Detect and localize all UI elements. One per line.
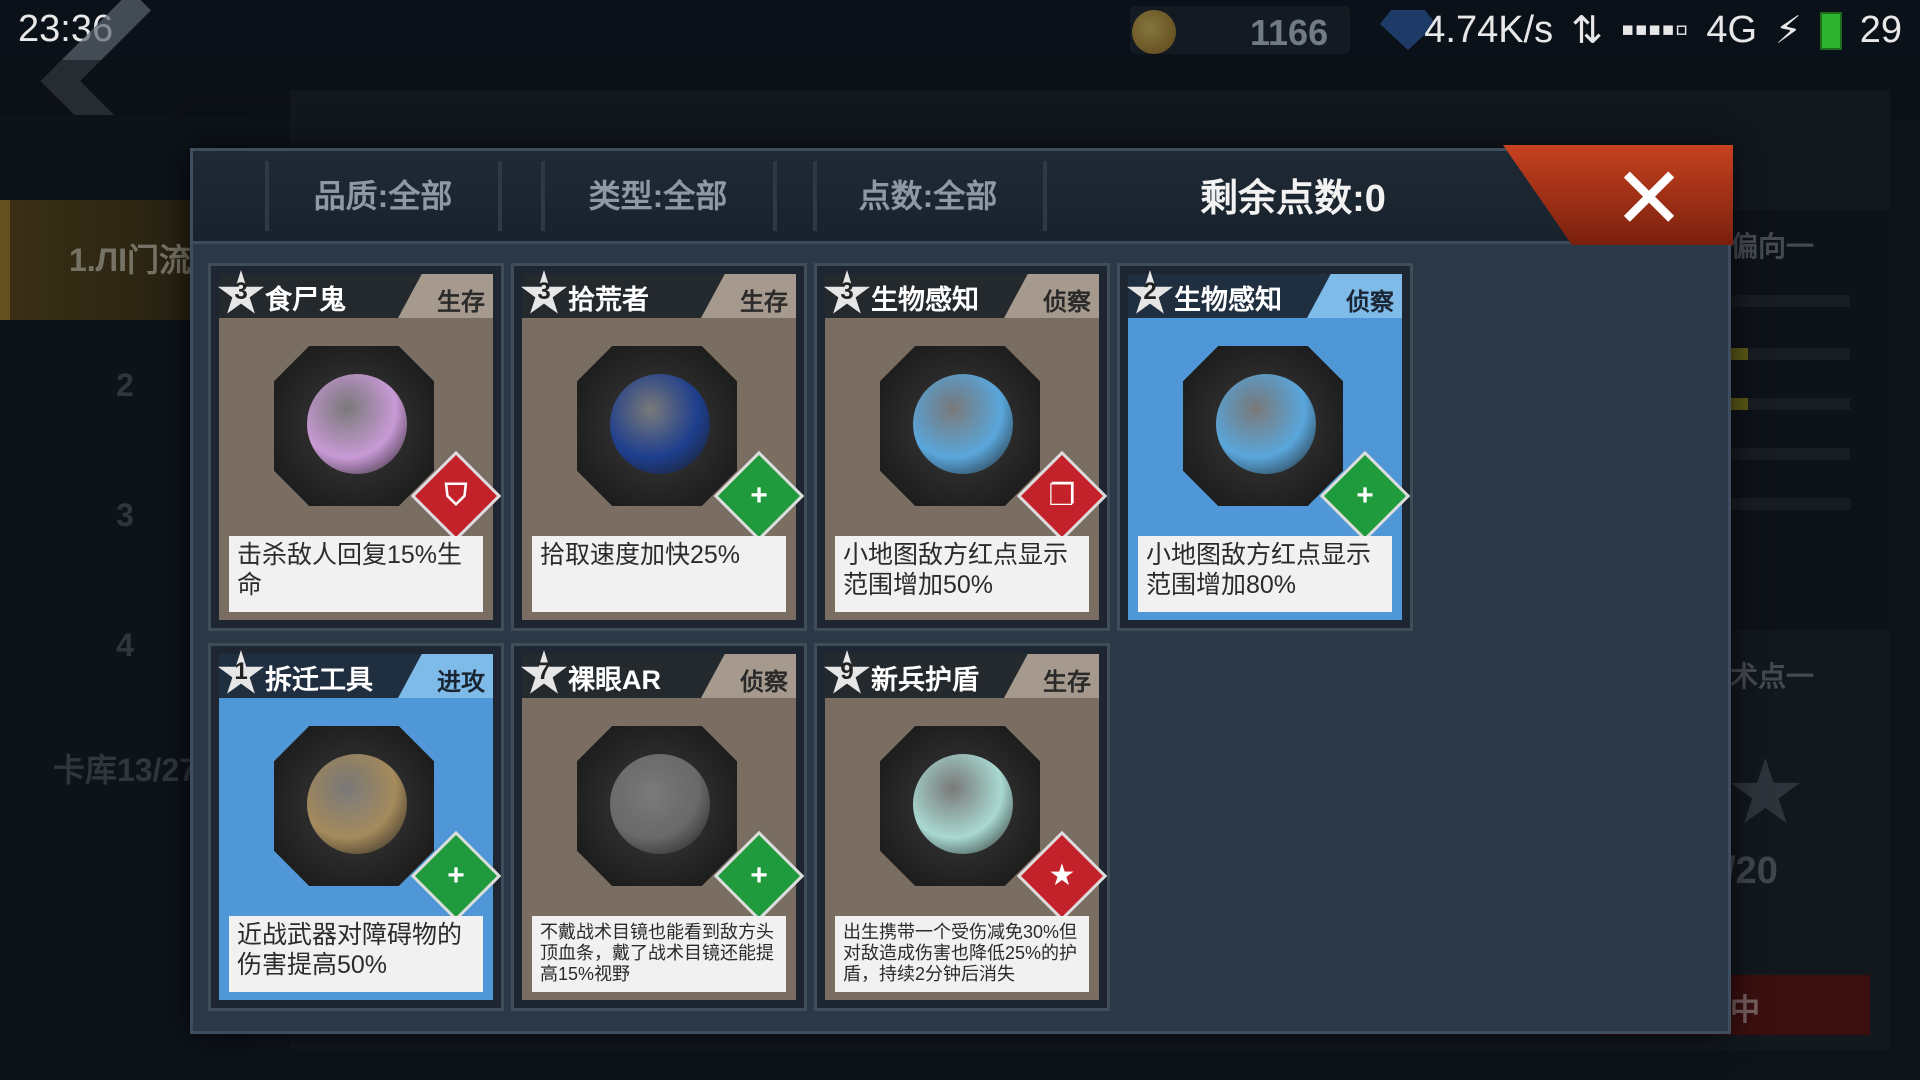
card-cost: 2 xyxy=(1143,278,1157,305)
perk-card[interactable]: 3 拾荒者 生存 + 拾取速度加快25% xyxy=(511,263,807,631)
card-art-icon xyxy=(307,754,407,854)
card-art-icon xyxy=(913,754,1013,854)
divider xyxy=(541,161,545,231)
plus-icon: + xyxy=(1356,479,1374,512)
card-name: 拆迁工具 xyxy=(265,665,373,695)
points-filter[interactable]: 点数:全部 xyxy=(828,151,1028,241)
card-body: 3 食尸鬼 生存 ⛉ 击杀敌人回复15%生命 xyxy=(217,270,502,620)
card-header: 2 生物感知 侦察 xyxy=(1126,270,1402,318)
network-type: 4G xyxy=(1706,9,1758,51)
signal-icon: ▪▪▪▪▫ xyxy=(1620,9,1689,51)
card-name: 生物感知 xyxy=(871,285,979,315)
card-art-icon xyxy=(307,374,407,474)
perk-card[interactable]: 3 食尸鬼 生存 ⛉ 击杀敌人回复15%生命 xyxy=(208,263,504,631)
card-type: 生存 xyxy=(1043,669,1091,696)
card-header: 3 生物感知 侦察 xyxy=(823,270,1099,318)
card-cost: 9 xyxy=(840,658,854,685)
plus-icon: + xyxy=(750,859,768,892)
card-name: 食尸鬼 xyxy=(265,285,346,315)
perk-card[interactable]: 9 新兵护盾 生存 ★ 出生携带一个受伤减免30%但对敌造成伤害也降低25%的护… xyxy=(814,643,1110,1011)
card-cost: 3 xyxy=(537,278,551,305)
charging-icon: ⚡ xyxy=(1775,10,1802,52)
divider xyxy=(813,161,817,231)
card-cost: 3 xyxy=(234,278,248,305)
perk-card[interactable]: 3 生物感知 侦察 ❐ 小地图敌方红点显示范围增加50% xyxy=(814,263,1110,631)
plus-icon: + xyxy=(750,479,768,512)
card-type: 侦察 xyxy=(1346,289,1394,316)
card-type: 生存 xyxy=(740,289,788,316)
card-cost: 7 xyxy=(537,658,551,685)
card-description: 击杀敌人回复15%生命 xyxy=(229,536,483,612)
divider xyxy=(1043,161,1047,231)
close-icon[interactable]: ✕ xyxy=(1613,149,1685,249)
perk-card[interactable]: 2 生物感知 侦察 + 小地图敌方红点显示范围增加80% xyxy=(1117,263,1413,631)
card-description: 小地图敌方红点显示范围增加50% xyxy=(835,536,1089,612)
card-type: 侦察 xyxy=(1043,289,1091,316)
card-body: 3 拾荒者 生存 + 拾取速度加快25% xyxy=(520,270,805,620)
card-body: 3 生物感知 侦察 ❐ 小地图敌方红点显示范围增加50% xyxy=(823,270,1108,620)
card-description: 出生携带一个受伤减免30%但对敌造成伤害也降低25%的护盾，持续2分钟后消失 xyxy=(835,916,1089,992)
perk-card[interactable]: 7 裸眼AR 侦察 + 不戴战术目镜也能看到敌方头顶血条，戴了战术目镜还能提高1… xyxy=(511,643,807,1011)
card-description: 不戴战术目镜也能看到敌方头顶血条，戴了战术目镜还能提高15%视野 xyxy=(532,916,786,992)
card-header: 3 拾荒者 生存 xyxy=(520,270,796,318)
card-type: 侦察 xyxy=(740,669,788,696)
card-cost: 3 xyxy=(840,278,854,305)
cards-icon: ❐ xyxy=(1048,479,1076,512)
star-icon: ★ xyxy=(1048,859,1076,892)
card-header: 7 裸眼AR 侦察 xyxy=(520,650,796,698)
gold-coin-icon xyxy=(1132,10,1176,54)
type-filter[interactable]: 类型:全部 xyxy=(558,151,758,241)
card-body: 2 生物感知 侦察 + 小地图敌方红点显示范围增加80% xyxy=(1126,270,1411,620)
divider xyxy=(773,161,777,231)
card-body: 9 新兵护盾 生存 ★ 出生携带一个受伤减免30%但对敌造成伤害也降低25%的护… xyxy=(823,650,1108,1000)
card-art-icon xyxy=(610,754,710,854)
card-art-icon xyxy=(610,374,710,474)
shield-icon: ⛉ xyxy=(444,479,468,512)
card-description: 拾取速度加快25% xyxy=(532,536,786,612)
data-transfer-icon: ⇅ xyxy=(1571,10,1603,52)
card-name: 生物感知 xyxy=(1174,285,1282,315)
gold-amount: 1166 xyxy=(1250,12,1329,53)
filter-bar: 品质:全部 类型:全部 点数:全部 剩余点数:0 xyxy=(193,151,1728,244)
card-art-icon xyxy=(913,374,1013,474)
plus-icon: + xyxy=(447,859,465,892)
net-speed: 4.74K/s xyxy=(1424,9,1554,51)
card-description: 近战武器对障碍物的伤害提高50% xyxy=(229,916,483,992)
perk-card[interactable]: 1 拆迁工具 进攻 + 近战武器对障碍物的伤害提高50% xyxy=(208,643,504,1011)
remaining-points: 剩余点数:0 xyxy=(1200,178,1386,220)
card-selection-modal: 品质:全部 类型:全部 点数:全部 剩余点数:0 ✕ 3 食尸鬼 生存 ⛉ 击杀… xyxy=(190,145,1733,1034)
card-cost: 1 xyxy=(234,658,248,685)
battery-icon xyxy=(1819,11,1842,50)
status-indicators: 4.74K/s ⇅ ▪▪▪▪▫ 4G ⚡ 29 xyxy=(1424,8,1902,53)
quality-filter[interactable]: 品质:全部 xyxy=(283,151,483,241)
card-header: 1 拆迁工具 进攻 xyxy=(217,650,493,698)
status-bar: 23:36 1166 4.74K/s ⇅ ▪▪▪▪▫ 4G ⚡ 29 xyxy=(0,0,1920,60)
divider xyxy=(498,161,502,231)
divider xyxy=(265,161,269,231)
card-body: 1 拆迁工具 进攻 + 近战武器对障碍物的伤害提高50% xyxy=(217,650,502,1000)
battery-level: 29 xyxy=(1859,9,1902,51)
card-type: 进攻 xyxy=(437,669,485,696)
card-name: 拾荒者 xyxy=(568,285,649,315)
card-name: 新兵护盾 xyxy=(871,665,979,695)
card-description: 小地图敌方红点显示范围增加80% xyxy=(1138,536,1392,612)
card-body: 7 裸眼AR 侦察 + 不戴战术目镜也能看到敌方头顶血条，戴了战术目镜还能提高1… xyxy=(520,650,805,1000)
card-header: 9 新兵护盾 生存 xyxy=(823,650,1099,698)
card-type: 生存 xyxy=(437,289,485,316)
card-art-icon xyxy=(1216,374,1316,474)
card-header: 3 食尸鬼 生存 xyxy=(217,270,493,318)
card-name: 裸眼AR xyxy=(568,665,661,695)
